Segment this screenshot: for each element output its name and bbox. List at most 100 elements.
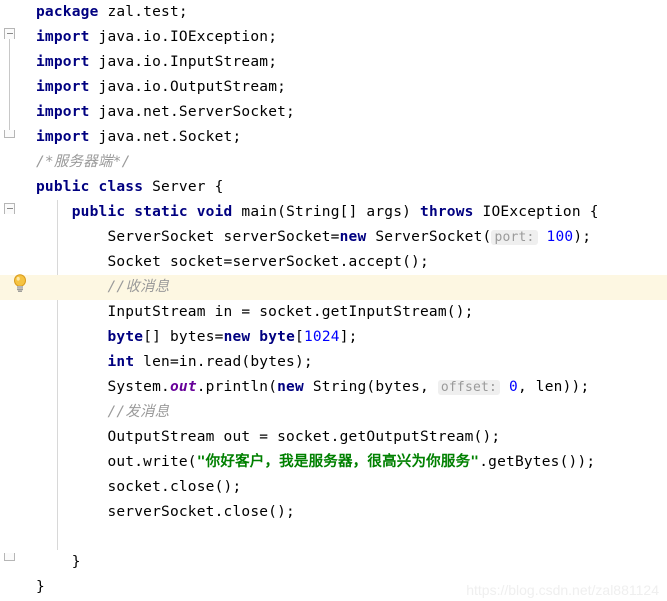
token-field: out — [169, 379, 197, 395]
code-line[interactable]: //发消息 — [0, 400, 667, 425]
code-line-content: //收消息 — [36, 275, 169, 300]
code-line-content: } — [36, 575, 45, 600]
code-line[interactable]: public static void main(String[] args) t… — [0, 200, 667, 225]
token-plain: java.net.Socket; — [89, 129, 242, 145]
code-line[interactable]: public class Server { — [0, 175, 667, 200]
code-line[interactable]: import java.io.InputStream; — [0, 50, 667, 75]
token-kw: byte — [107, 329, 144, 345]
code-line-content: import java.io.OutputStream; — [36, 75, 286, 100]
token-plain: IOException { — [473, 204, 599, 220]
code-line[interactable] — [0, 525, 667, 550]
code-line-content: import java.io.IOException; — [36, 25, 277, 50]
fold-marker-imports-start[interactable] — [4, 28, 15, 39]
token-hint: offset: — [437, 380, 501, 395]
token-plain: java.net.ServerSocket; — [89, 104, 295, 120]
code-line-content: byte[] bytes=new byte[1024]; — [36, 325, 358, 350]
code-line-content: public class Server { — [36, 175, 224, 200]
lightbulb-icon[interactable] — [12, 274, 28, 292]
code-line-content: //发消息 — [36, 400, 169, 425]
fold-marker-main-start[interactable] — [4, 203, 15, 214]
token-plain: java.io.IOException; — [89, 29, 278, 45]
token-plain: .println( — [196, 379, 278, 395]
token-kw: new — [339, 229, 367, 245]
code-line[interactable]: ServerSocket serverSocket=new ServerSock… — [0, 225, 667, 250]
token-plain: socket.close(); — [36, 479, 242, 495]
code-line[interactable]: OutputStream out = socket.getOutputStrea… — [0, 425, 667, 450]
token-kw: public class — [36, 179, 144, 195]
token-kw: import — [36, 54, 90, 70]
token-plain: , len)); — [517, 379, 590, 395]
fold-marker-main-end[interactable] — [4, 553, 15, 561]
code-line-content: } — [36, 550, 81, 575]
token-plain: ]; — [339, 329, 358, 345]
token-cmt: //收消息 — [107, 279, 170, 295]
code-line[interactable]: /*服务器端*/ — [0, 150, 667, 175]
fold-region-imports — [9, 39, 10, 130]
code-line[interactable]: //收消息 — [0, 275, 667, 300]
token-plain: ServerSocket( — [366, 229, 492, 245]
token-plain: ); — [573, 229, 592, 245]
token-kw: import — [36, 79, 90, 95]
code-line-content: serverSocket.close(); — [36, 500, 295, 525]
code-line-content: package zal.test; — [36, 0, 188, 25]
code-line-content: OutputStream out = socket.getOutputStrea… — [36, 425, 500, 450]
token-plain: String(bytes, — [303, 379, 438, 395]
token-plain: zal.test; — [98, 4, 188, 20]
code-line-content: InputStream in = socket.getInputStream()… — [36, 300, 474, 325]
code-line[interactable]: byte[] bytes=new byte[1024]; — [0, 325, 667, 350]
code-line[interactable]: import java.net.Socket; — [0, 125, 667, 150]
code-line[interactable]: } — [0, 550, 667, 575]
code-line-content: import java.net.ServerSocket; — [36, 100, 295, 125]
code-line[interactable]: import java.net.ServerSocket; — [0, 100, 667, 125]
code-line-content: ServerSocket serverSocket=new ServerSock… — [36, 225, 591, 250]
code-line[interactable]: InputStream in = socket.getInputStream()… — [0, 300, 667, 325]
token-kw: import — [36, 129, 90, 145]
code-line[interactable]: int len=in.read(bytes); — [0, 350, 667, 375]
token-str: "你好客户，我是服务器，很高兴为你服务" — [196, 454, 480, 470]
code-line-content: import java.net.Socket; — [36, 125, 241, 150]
token-cmt: /*服务器端*/ — [36, 154, 131, 170]
token-plain: InputStream in = socket.getInputStream()… — [36, 304, 474, 320]
code-line[interactable]: socket.close(); — [0, 475, 667, 500]
code-line-content: Socket socket=serverSocket.accept(); — [36, 250, 429, 275]
fold-marker-imports-end[interactable] — [4, 130, 15, 138]
code-line[interactable]: import java.io.OutputStream; — [0, 75, 667, 100]
code-line[interactable]: out.write("你好客户，我是服务器，很高兴为你服务".getBytes(… — [0, 450, 667, 475]
token-plain: [ — [295, 329, 304, 345]
token-hint: port: — [491, 230, 538, 245]
code-line[interactable]: serverSocket.close(); — [0, 500, 667, 525]
token-kw: int — [107, 354, 135, 370]
token-plain: main(String[] args) — [232, 204, 421, 220]
code-line-content: System.out.println(new String(bytes, off… — [36, 375, 589, 400]
token-plain: .getBytes()); — [479, 454, 596, 470]
token-cmt: //发消息 — [107, 404, 170, 420]
code-line[interactable]: System.out.println(new String(bytes, off… — [0, 375, 667, 400]
code-line[interactable]: import java.io.IOException; — [0, 25, 667, 50]
code-line[interactable]: package zal.test; — [0, 0, 667, 25]
token-plain: ServerSocket serverSocket= — [36, 229, 340, 245]
code-line[interactable]: Socket socket=serverSocket.accept(); — [0, 250, 667, 275]
token-plain: [] bytes= — [143, 329, 224, 345]
code-line-content: public static void main(String[] args) t… — [36, 200, 599, 225]
code-line-content: import java.io.InputStream; — [36, 50, 277, 75]
token-kw: new byte — [223, 329, 296, 345]
token-plain: } — [36, 554, 81, 570]
token-plain: OutputStream out = socket.getOutputStrea… — [36, 429, 501, 445]
token-plain: len=in.read(bytes); — [134, 354, 313, 370]
token-plain: serverSocket.close(); — [36, 504, 295, 520]
token-kw: new — [277, 379, 304, 395]
code-line-content: socket.close(); — [36, 475, 241, 500]
code-editor[interactable]: package zal.test; import java.io.IOExcept… — [0, 0, 667, 601]
code-line-content: out.write("你好客户，我是服务器，很高兴为你服务".getBytes(… — [36, 450, 595, 475]
token-plain: out.write( — [36, 454, 197, 470]
token-plain: java.io.OutputStream; — [89, 79, 287, 95]
code-line-content: /*服务器端*/ — [36, 150, 131, 175]
token-plain: Server { — [143, 179, 224, 195]
token-kw: public static void — [71, 204, 233, 220]
token-plain: java.io.InputStream; — [89, 54, 278, 70]
token-kw: package — [36, 4, 99, 20]
